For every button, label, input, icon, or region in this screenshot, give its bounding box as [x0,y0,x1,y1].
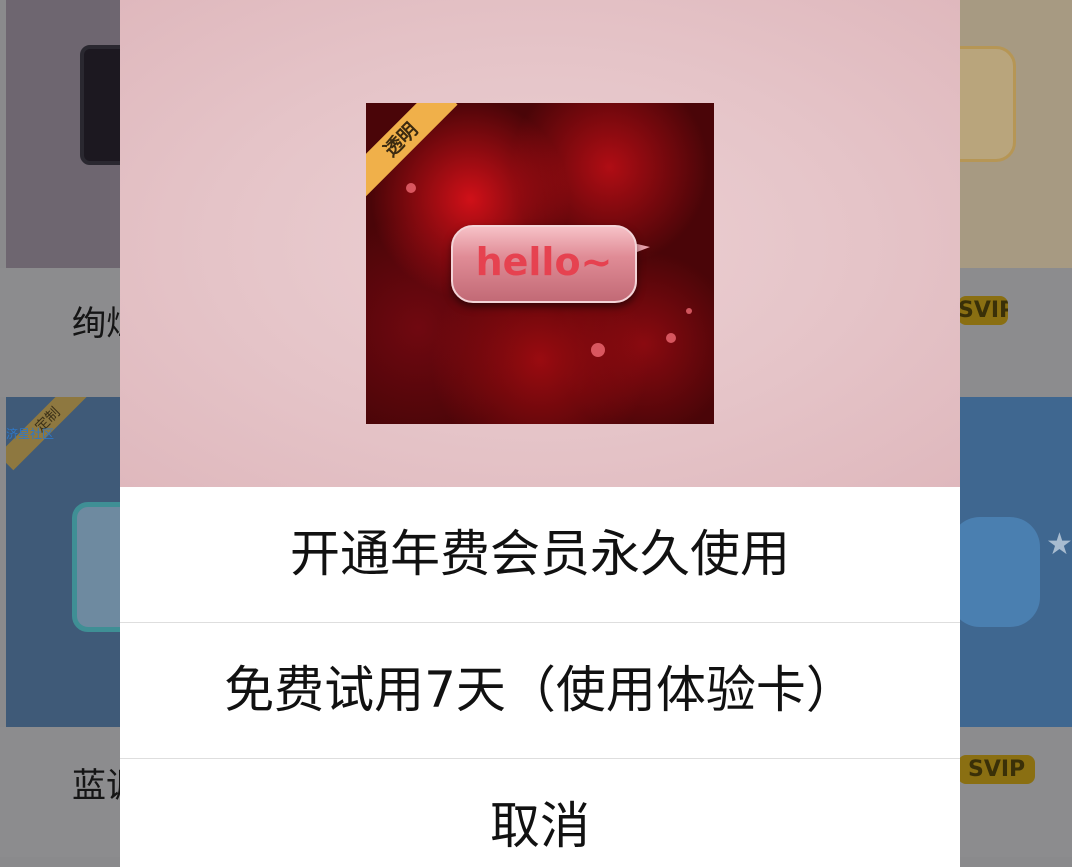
free-trial-button[interactable]: 免费试用7天（使用体验卡） [120,622,960,758]
bubble-thumbnail-left[interactable] [6,0,120,268]
page: 绚烂 SVIP 定制 济星社区 ★ 蓝调 SVIP hello~ 透明 开通年费… [0,0,1072,867]
sparkle-dot [591,343,605,357]
pillow-shape-icon [960,46,1016,162]
bubble-thumbnail-left[interactable]: 定制 济星社区 [6,397,120,727]
bubble-text: hello~ [475,240,613,284]
sparkle-dot [666,333,676,343]
preview-area: hello~ 透明 [120,0,960,487]
bubble-thumbnail-right[interactable] [960,0,1072,268]
cloud-shape-icon [960,517,1040,627]
action-sheet-modal: hello~ 透明 开通年费会员永久使用 免费试用7天（使用体验卡） 取消 [120,0,960,867]
thumbnail-caption: 济星社区 [6,427,55,441]
frame-shape-icon [80,45,120,165]
star-icon: ★ [1046,527,1072,562]
svip-badge: SVIP [958,755,1036,784]
cancel-button[interactable]: 取消 [120,758,960,867]
sparkle-dot [406,183,416,193]
subscribe-annual-button[interactable]: 开通年费会员永久使用 [120,487,960,622]
svip-badge: SVIP [958,296,1008,325]
bubble-preview-image: hello~ 透明 [366,103,714,424]
bubble-thumbnail-right[interactable]: ★ [960,397,1072,727]
sparkle-dot [686,308,692,314]
hello-bubble: hello~ [451,225,637,303]
frame-shape-icon [72,502,120,632]
